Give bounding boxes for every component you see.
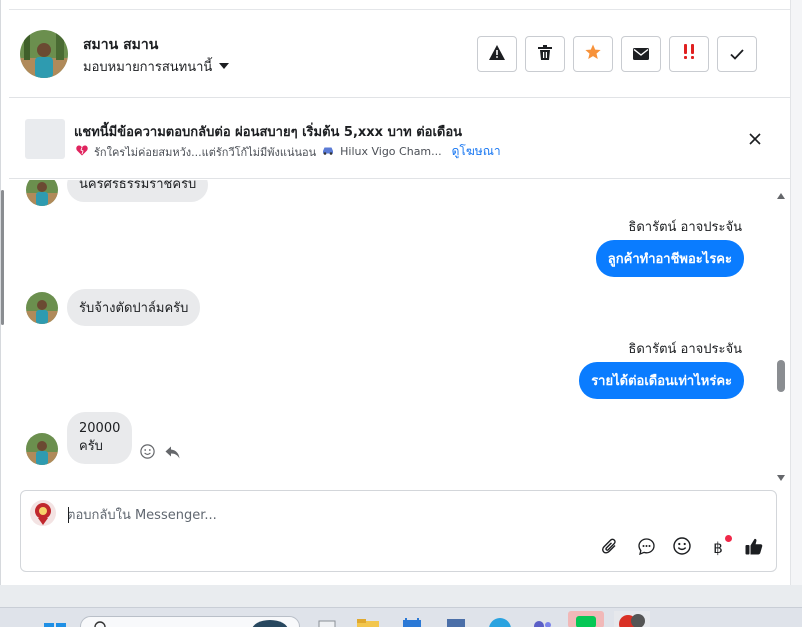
message-text: รับจ้างตัดปาล์มครับ: [79, 301, 189, 316]
taskbar-search-box[interactable]: [80, 615, 300, 627]
reply-input[interactable]: [67, 505, 667, 525]
text-caret: [68, 507, 69, 523]
close-ad-bar-button[interactable]: [743, 127, 767, 151]
star-icon: [585, 44, 601, 64]
car-icon: [322, 145, 334, 158]
message-text: รายได้ต่อเดือนเท่าไหร่คะ: [591, 374, 732, 389]
contact-avatar[interactable]: [20, 30, 68, 78]
payment-button[interactable]: ฿: [709, 535, 732, 557]
task-view-icon[interactable]: [318, 616, 336, 627]
ad-snippet-car: Hilux Vigo Cham...: [340, 145, 442, 158]
paperclip-icon: [602, 538, 618, 559]
page-avatar: [30, 500, 56, 526]
sender-name: ธิดารัตน์ อาจประจัน: [628, 220, 742, 235]
chat-bubble-icon: [637, 537, 655, 559]
conversation-header: สมาน สมาน มอบหมายการสนทนานี้: [9, 10, 791, 98]
view-ad-link[interactable]: ดูโฆษณา: [452, 142, 501, 161]
ad-snippet-row: รักใครไม่ค่อยสมหวัง...แต่รักวีโก้ไม่มีพั…: [76, 142, 501, 161]
follow-up-button[interactable]: [669, 36, 709, 72]
telegram-icon[interactable]: [488, 616, 512, 627]
mark-unread-button[interactable]: [621, 36, 661, 72]
monitor-app-icon[interactable]: [446, 616, 466, 627]
ad-context-bar: แชทนี้มีข้อความตอบกลับต่อ ผ่อนสบายๆ เริ่…: [9, 99, 791, 179]
react-emoji-icon[interactable]: [140, 444, 155, 463]
scroll-thumb[interactable]: [777, 360, 785, 392]
double-exclamation-icon: [682, 44, 696, 64]
saved-replies-button[interactable]: [637, 537, 655, 559]
chrome-profile-icon[interactable]: [614, 611, 650, 627]
message-text-line: 20000: [79, 421, 121, 436]
caret-down-icon: [218, 59, 230, 74]
incoming-message[interactable]: 20000 ครับ: [67, 412, 133, 464]
chat-scrollbar[interactable]: [773, 180, 789, 481]
message-text: ลูกค้าทำอาชีพอะไรคะ: [607, 252, 732, 267]
message-tools: [140, 444, 180, 463]
contact-avatar-small: [26, 433, 58, 465]
contact-avatar-small: [26, 292, 58, 324]
teams-icon[interactable]: [530, 616, 554, 627]
incoming-message[interactable]: นครศรีธรรมราชครับ: [67, 180, 209, 202]
check-icon: [730, 45, 744, 64]
contact-name: สมาน สมาน: [83, 37, 159, 53]
mark-done-button[interactable]: [717, 36, 757, 72]
contact-avatar-small: [26, 180, 58, 206]
trash-icon: [538, 44, 552, 64]
assign-label: มอบหมายการสนทนานี้: [83, 60, 213, 75]
smiley-icon: [673, 537, 691, 559]
outgoing-message[interactable]: ลูกค้าทำอาชีพอะไรคะ: [595, 240, 744, 277]
baht-icon: ฿: [713, 539, 723, 557]
ad-title: แชทนี้มีข้อความตอบกลับต่อ ผ่อนสบายๆ เริ่…: [74, 125, 463, 140]
report-spam-button[interactable]: [477, 36, 517, 72]
outgoing-message[interactable]: รายได้ต่อเดือนเท่าไหร่คะ: [579, 362, 744, 399]
message-text: นครศรีธรรมราชครับ: [79, 180, 197, 192]
os-taskbar: [0, 607, 802, 627]
line-app-icon[interactable]: [568, 611, 604, 627]
send-like-button[interactable]: [745, 538, 763, 559]
sender-name: ธิดารัตน์ อาจประจัน: [628, 342, 742, 357]
assign-conversation-dropdown[interactable]: มอบหมายการสนทนานี้: [83, 56, 230, 77]
thumbs-up-icon: [745, 538, 763, 559]
conversation-actions: [477, 36, 757, 72]
outer-scroll-track: [790, 0, 802, 585]
reply-icon[interactable]: [165, 444, 180, 463]
warning-icon: [489, 44, 505, 64]
ad-snippet: รักใครไม่ค่อยสมหวัง...แต่รักวีโก้ไม่มีพั…: [94, 145, 317, 159]
attach-file-button[interactable]: [601, 538, 619, 559]
message-text-line: ครับ: [79, 439, 103, 454]
reply-composer: ฿: [20, 490, 777, 572]
inbox-window: สมาน สมาน มอบหมายการสนทนานี้ แชทนี้มีข้อ…: [0, 0, 791, 585]
left-panel-scrollbar[interactable]: [1, 190, 4, 325]
incoming-message[interactable]: รับจ้างตัดปาล์มครับ: [67, 289, 201, 326]
emoji-button[interactable]: [673, 537, 691, 559]
star-button[interactable]: [573, 36, 613, 72]
calendar-app-icon[interactable]: [402, 616, 422, 627]
delete-button[interactable]: [525, 36, 565, 72]
broken-heart-icon: [76, 145, 88, 159]
scroll-up-arrow-icon[interactable]: [777, 184, 785, 203]
envelope-icon: [633, 45, 649, 64]
scroll-down-arrow-icon[interactable]: [777, 466, 785, 485]
file-explorer-icon[interactable]: [356, 616, 380, 627]
close-icon: [749, 130, 761, 149]
notification-dot: [725, 535, 732, 542]
message-thread: นครศรีธรรมราชครับ ธิดารัตน์ อาจประจัน ลู…: [9, 180, 773, 480]
ad-thumbnail: [25, 119, 65, 159]
composer-toolbar: ฿: [601, 535, 763, 559]
windows-start-icon[interactable]: [44, 616, 66, 627]
